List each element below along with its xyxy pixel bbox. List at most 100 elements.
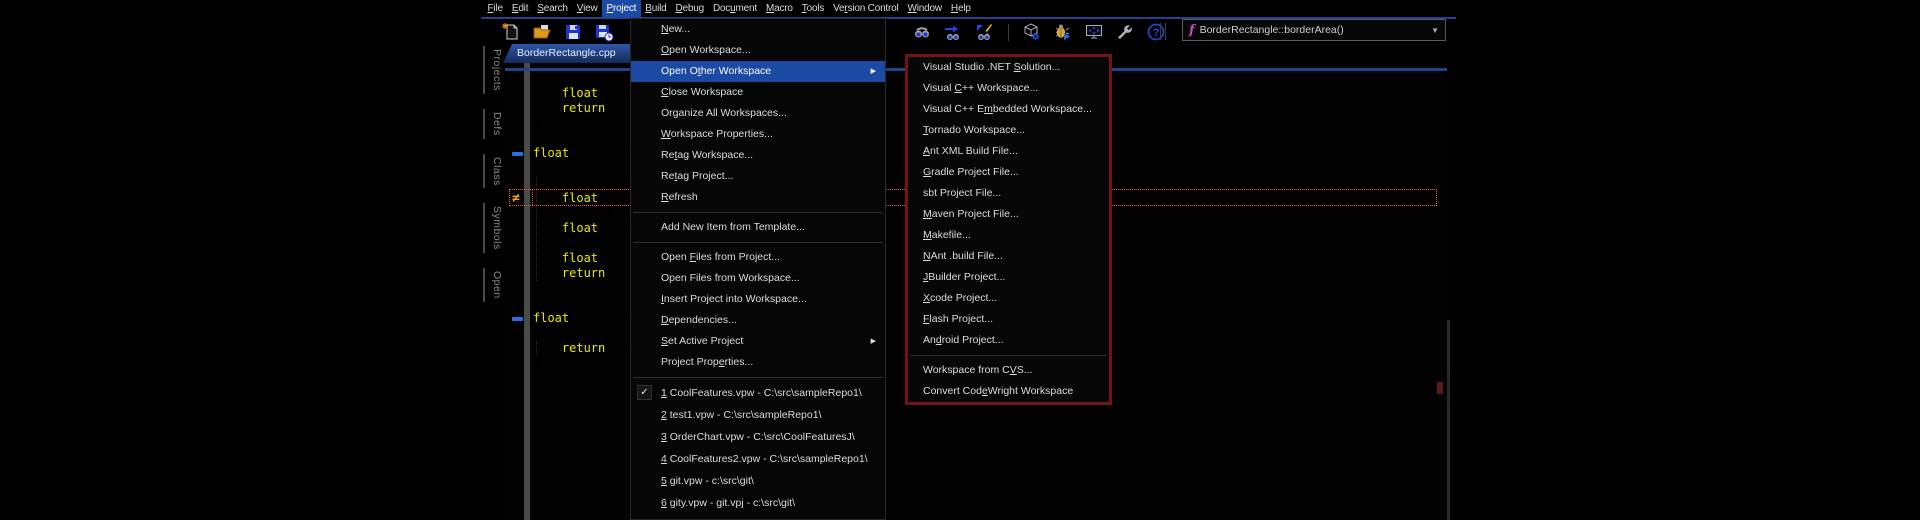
menubar-item-debug[interactable]: Debug [671, 0, 708, 17]
project-menu-item-project-properties[interactable]: Project Properties... [631, 352, 885, 373]
menubar-item-build[interactable]: Build [641, 0, 671, 17]
project-menu-item-set-active-project[interactable]: Set Active Project ▶ [631, 331, 885, 352]
workspace-submenu-item-visual-studio-net-solution[interactable]: Visual Studio .NET Solution... [908, 57, 1109, 78]
build-cube-icon[interactable] [1022, 22, 1043, 42]
tab-borderrectangle-cpp[interactable]: BorderRectangle.cpp [503, 44, 631, 63]
code-keyword: return [561, 101, 606, 115]
code-comment: // Calcul [561, 236, 627, 250]
toolbar-file-group [501, 21, 615, 43]
project-menu-item-dependencies[interactable]: Dependencies... [631, 310, 885, 331]
project-menu-item-5-git-vpw-c-src-git[interactable]: 5 git.vpw - c:\src\git\ [631, 470, 885, 492]
sidebar-tab-projects[interactable]: Projects [483, 46, 505, 94]
toolbar-gripper[interactable] [1160, 23, 1166, 40]
code-text-segment: a = [598, 251, 627, 265]
menubar-item-tools[interactable]: Tools [797, 0, 828, 17]
project-menu-item-4-coolfeatures2-vpw-c-src-samplerepo1[interactable]: 4 CoolFeatures2.vpw - C:\src\sampleRepo1… [631, 448, 885, 470]
code-line: { [533, 161, 627, 176]
menubar-item-help[interactable]: Help [946, 0, 975, 17]
workspace-submenu-item-ant-xml-build-file[interactable]: Ant XML Build File... [908, 141, 1109, 162]
workspace-submenu-item-maven-project-file[interactable]: Maven Project File... [908, 204, 1109, 225]
workspace-submenu-item-visual-c-embedded-workspace[interactable]: Visual C++ Embedded Workspace... [908, 99, 1109, 120]
menubar-item-window[interactable]: Window [903, 0, 946, 17]
project-menu-item-open-workspace[interactable]: Open Workspace... [631, 40, 885, 61]
project-menu-item-retag-project[interactable]: Retag Project... [631, 166, 885, 187]
menu-item-label: Dependencies... [661, 314, 737, 326]
function-combobox[interactable]: f BorderRectangle::borderArea() ▼ [1182, 19, 1446, 41]
code-text-segment: } [533, 281, 541, 295]
workspace-submenu-item-tornado-workspace[interactable]: Tornado Workspace... [908, 120, 1109, 141]
menubar-item-file[interactable]: File [483, 0, 507, 17]
fold-collapse-icon[interactable] [512, 152, 523, 156]
sidebar-tab-defs[interactable]: Defs [483, 108, 505, 139]
project-menu-item-insert-project-into-workspace[interactable]: Insert Project into Workspace... [631, 289, 885, 310]
project-menu-item-retag-workspace[interactable]: Retag Workspace... [631, 145, 885, 166]
workspace-submenu-item-visual-c-workspace[interactable]: Visual C++ Workspace... [908, 78, 1109, 99]
function-combobox-value: BorderRectangle::borderArea() [1199, 24, 1344, 36]
project-menu-item-workspace-properties[interactable]: Workspace Properties... [631, 124, 885, 145]
code-line: } [533, 281, 627, 296]
debug-bug-icon[interactable] [1053, 22, 1074, 42]
workspace-submenu-item-makefile[interactable]: Makefile... [908, 225, 1109, 246]
project-menu-item-add-new-item-from-template[interactable]: Add New Item from Template... [631, 217, 885, 238]
project-menu-item-6-gity-vpw-git-vpj-c-src-git[interactable]: 6 gity.vpw - git.vpj - c:\src\git\ [631, 492, 885, 514]
toolbar-separator [1008, 23, 1009, 41]
project-menu-item-2-test1-vpw-c-src-samplerepo1[interactable]: 2 test1.vpw - C:\src\sampleRepo1\ [631, 404, 885, 426]
menu-item-label: Retag Project... [661, 170, 734, 182]
sidebar-tab-class[interactable]: Class [483, 153, 505, 189]
project-menu-item-3-orderchart-vpw-c-src-coolfeaturesj[interactable]: 3 OrderChart.vpw - C:\src\CoolFeaturesJ\ [631, 426, 885, 448]
workspace-submenu-item-convert-codewright-workspace[interactable]: Convert CodeWright Workspace [908, 381, 1109, 402]
workspace-submenu-item-nant-build-file[interactable]: NAnt .build File... [908, 246, 1109, 267]
workspace-submenu-item-sbt-project-file[interactable]: sbt Project File... [908, 183, 1109, 204]
menu-item-label: 5 git.vpw - c:\src\git\ [661, 475, 754, 487]
sidebar-tab-open[interactable]: Open [483, 268, 505, 302]
project-menu-item-open-files-from-workspace[interactable]: Open Files from Workspace... [631, 268, 885, 289]
workspace-submenu-item-gradle-project-file[interactable]: Gradle Project File... [908, 162, 1109, 183]
chevron-down-icon[interactable]: ▼ [1425, 26, 1445, 35]
find-in-files-icon[interactable] [974, 22, 995, 42]
project-menu: New... Open Workspace... Open Other Worksp… [630, 18, 886, 520]
code-line: return a; [533, 101, 627, 116]
fold-collapse-icon[interactable] [512, 317, 523, 321]
project-menu-item-7-python-vpw-c-src-python[interactable]: 7 Python.vpw - c:\src\Python\ [631, 514, 885, 519]
workspace-submenu-item-flash-project[interactable]: Flash Project... [908, 309, 1109, 330]
project-menu-separator [633, 212, 883, 213]
options-wrench-icon[interactable] [1115, 22, 1136, 42]
toolbar-tools-group: ? [912, 21, 1167, 43]
project-menu-item-new[interactable]: New... [631, 19, 885, 40]
save-icon[interactable] [563, 22, 584, 42]
project-menu-item-open-other-workspace[interactable]: Open Other Workspace ▶ [631, 61, 885, 82]
workspace-submenu-item-workspace-from-cvs[interactable]: Workspace from CVS... [908, 360, 1109, 381]
code-text: { float a = return a;} float BorderR{ // … [533, 71, 627, 371]
fullscreen-icon[interactable] [1084, 22, 1105, 42]
project-menu-item-organize-all-workspaces[interactable]: Organize All Workspaces... [631, 103, 885, 124]
menu-item-label: Set Active Project [661, 335, 744, 347]
find-icon[interactable] [912, 22, 933, 42]
menubar-item-document[interactable]: Document [708, 0, 761, 17]
menubar-item-edit[interactable]: Edit [507, 0, 532, 17]
menubar-item-search[interactable]: Search [533, 0, 573, 17]
code-line: { [533, 326, 627, 341]
menubar-item-project[interactable]: Project [601, 0, 641, 17]
project-menu-item-open-files-from-project[interactable]: Open Files from Project... [631, 247, 885, 268]
workspace-submenu-item-jbuilder-project[interactable]: JBuilder Project... [908, 267, 1109, 288]
workspace-submenu-item-android-project[interactable]: Android Project... [908, 330, 1109, 351]
menubar-item-view[interactable]: View [572, 0, 602, 17]
code-text-segment: BorderR [569, 146, 627, 160]
project-menu-item-1-coolfeatures-vpw-c-src-samplerepo1[interactable]: ✓ 1 CoolFeatures.vpw - C:\src\sampleRepo1… [631, 382, 885, 404]
menubar-item-macro[interactable]: Macro [761, 0, 797, 17]
save-all-icon[interactable] [594, 22, 615, 42]
sidebar-tab-symbols[interactable]: Symbols [483, 203, 505, 254]
scrollbar-track[interactable] [1447, 320, 1450, 520]
code-line: float a = [533, 86, 627, 101]
workspace-submenu-item-xcode-project[interactable]: Xcode Project... [908, 288, 1109, 309]
open-file-icon[interactable] [532, 22, 553, 42]
code-text-segment: { [533, 161, 541, 175]
project-menu-item-refresh[interactable]: Refresh [631, 187, 885, 208]
menubar-item-version-control[interactable]: Version Control [829, 0, 903, 17]
find-next-icon[interactable] [943, 22, 964, 42]
project-menu-item-close-workspace[interactable]: Close Workspace [631, 82, 885, 103]
new-file-icon[interactable] [501, 22, 522, 42]
screenshot-canvas: File Edit Search View Project Build Debug Docum… [0, 0, 1920, 520]
menu-item-label: Tornado Workspace... [923, 124, 1025, 136]
